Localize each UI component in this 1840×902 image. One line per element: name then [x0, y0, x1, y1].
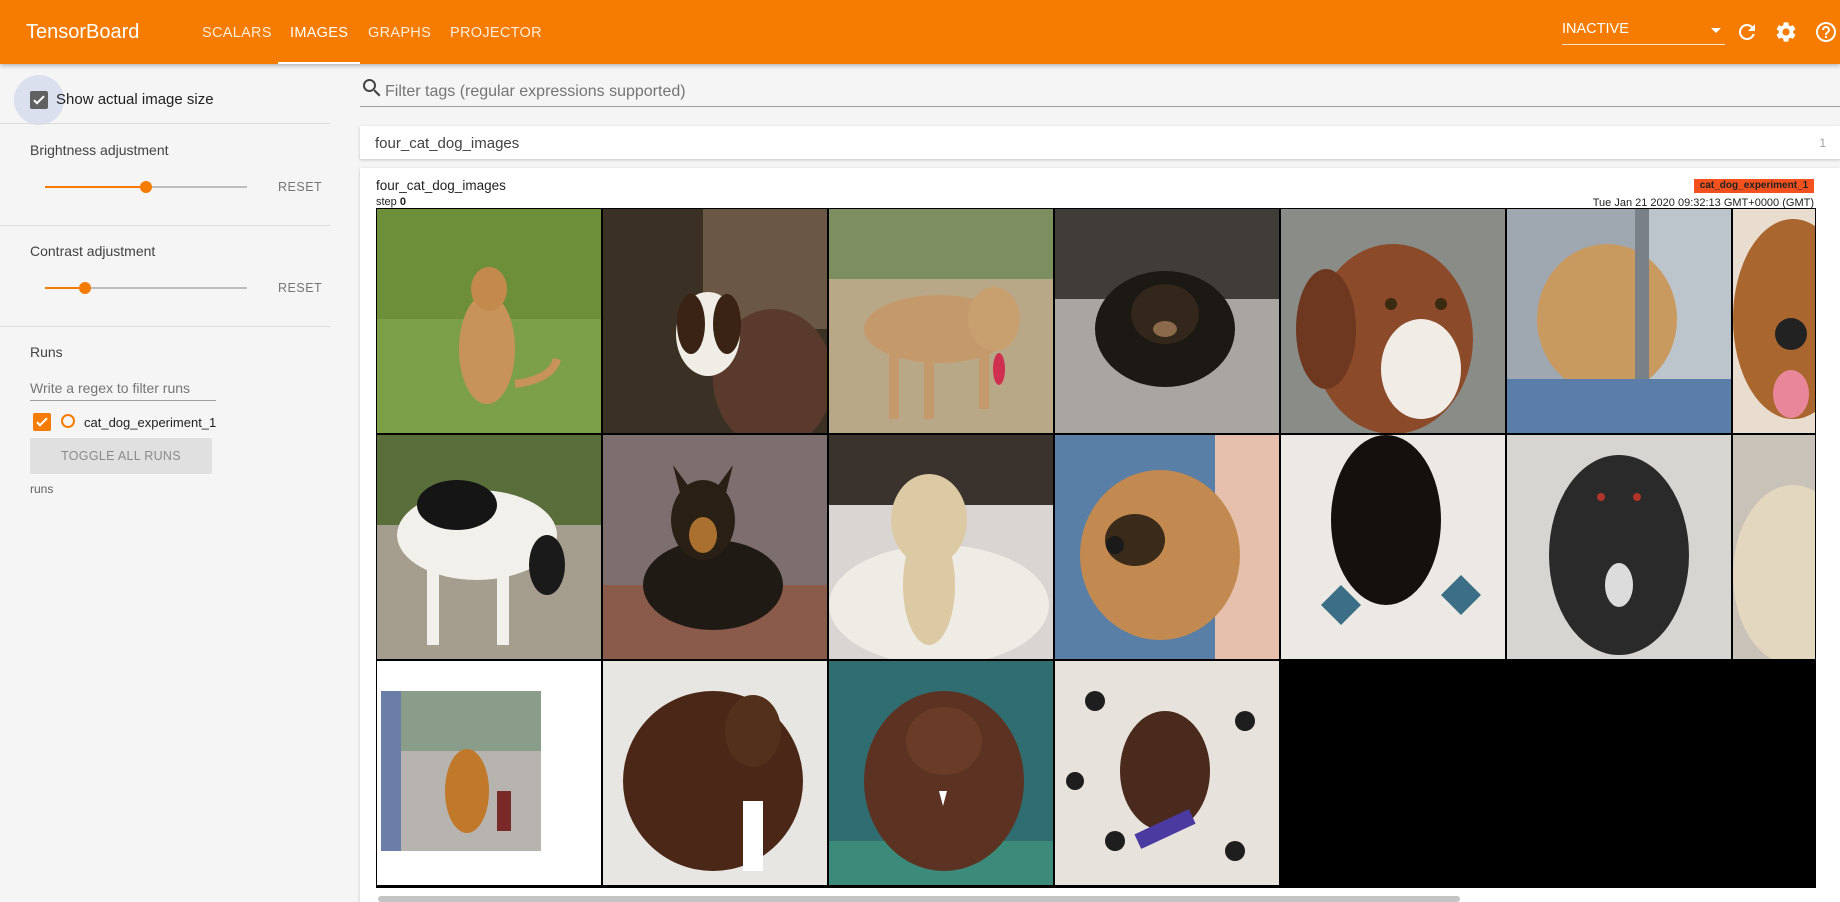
tab-graphs[interactable]: GRAPHS: [368, 0, 431, 64]
tab-projector[interactable]: PROJECTOR: [450, 0, 542, 64]
step-label: step: [376, 196, 397, 208]
brightness-slider-fill: [45, 186, 146, 188]
divider: [0, 326, 330, 327]
refresh-icon[interactable]: [1735, 20, 1759, 44]
brightness-slider-thumb[interactable]: [140, 181, 152, 193]
dog-image: [1281, 435, 1505, 659]
run-checkbox[interactable]: [33, 413, 51, 431]
tab-scalars[interactable]: SCALARS: [202, 0, 272, 64]
search-icon: [363, 79, 381, 97]
dog-image: [1055, 209, 1279, 433]
dog-image: [1281, 209, 1505, 433]
runs-footer: runs: [30, 482, 54, 496]
dropdown-caret-icon: [1711, 28, 1721, 33]
dog-image: [1507, 435, 1731, 659]
contrast-label: Contrast adjustment: [30, 243, 156, 259]
contrast-slider-thumb[interactable]: [79, 282, 91, 294]
dog-image: [829, 209, 1053, 433]
show-actual-size-checkbox[interactable]: [30, 91, 48, 109]
horizontal-scrollbar[interactable]: [378, 896, 1460, 902]
image-card: four_cat_dog_images step 0 cat_dog_exper…: [360, 168, 1840, 902]
top-app-bar: TensorBoard SCALARS IMAGES GRAPHS PROJEC…: [0, 0, 1840, 64]
tab-images[interactable]: IMAGES: [277, 0, 361, 64]
help-icon[interactable]: [1814, 20, 1838, 44]
brightness-reset-button[interactable]: RESET: [278, 180, 322, 194]
run-radio-button[interactable]: [61, 414, 75, 428]
show-actual-size-label: Show actual image size: [56, 91, 214, 108]
checkmark-icon: [36, 417, 48, 427]
toggle-all-runs-button[interactable]: TOGGLE ALL RUNS: [30, 438, 212, 474]
dog-image: [377, 435, 601, 659]
run-badge: cat_dog_experiment_1: [1694, 179, 1814, 193]
divider: [0, 225, 330, 226]
plugin-status-value: INACTIVE: [1562, 21, 1629, 37]
step-row: step 0: [376, 196, 406, 208]
dog-image: [1507, 209, 1731, 433]
runs-title: Runs: [30, 344, 63, 360]
category-header[interactable]: four_cat_dog_images 1: [360, 126, 1840, 159]
category-name: four_cat_dog_images: [375, 135, 520, 152]
category-count: 1: [1819, 136, 1826, 150]
dog-image: [377, 209, 601, 433]
dog-image: [1055, 435, 1279, 659]
dog-image: [829, 435, 1053, 659]
app-title: TensorBoard: [26, 21, 140, 43]
run-name: cat_dog_experiment_1: [84, 415, 217, 430]
dog-image: [1733, 209, 1815, 433]
dog-image: [603, 209, 827, 433]
contrast-reset-button[interactable]: RESET: [278, 281, 322, 295]
dog-image: [1733, 435, 1815, 659]
image-grid: [376, 208, 1816, 888]
tag-filter-placeholder: Filter tags (regular expressions support…: [385, 83, 686, 100]
dog-image: [1055, 661, 1279, 885]
plugin-status-select[interactable]: INACTIVE: [1562, 21, 1725, 45]
tag-filter-input[interactable]: Filter tags (regular expressions support…: [360, 74, 1840, 107]
dog-image: [829, 661, 1053, 885]
step-value: 0: [399, 196, 406, 208]
checkmark-icon: [33, 95, 45, 105]
dog-image: [603, 435, 827, 659]
sidebar: Show actual image size Brightness adjust…: [0, 64, 330, 902]
settings-icon[interactable]: [1774, 20, 1798, 44]
main-panel: Filter tags (regular expressions support…: [360, 64, 1840, 902]
brightness-label: Brightness adjustment: [30, 142, 169, 158]
divider: [0, 123, 330, 124]
dog-image: [377, 661, 601, 885]
card-tag: four_cat_dog_images: [376, 178, 506, 193]
runs-filter-input[interactable]: Write a regex to filter runs: [30, 376, 216, 401]
dog-image: [603, 661, 827, 885]
